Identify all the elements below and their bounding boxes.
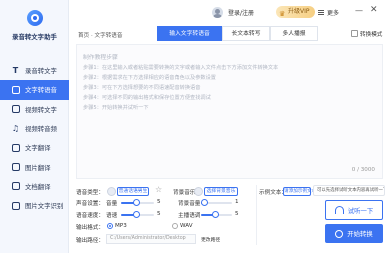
text-input-area[interactable]: 制作教程步骤 步骤1：在这里输入或者粘贴需要转换的文字或者输入文件点击下方添加文… [76, 44, 383, 179]
upgrade-vip-button[interactable]: ♛ 升级VIP [276, 6, 315, 18]
placeholder-step: 步骤1：在这里输入或者粘贴需要转换的文字或者输入文件点击下方添加文件转换文本 [83, 65, 279, 71]
pitch-value: 5 [235, 211, 239, 217]
format-wav-label: WAV [180, 223, 193, 229]
music-icon [194, 187, 203, 196]
speed-value: 5 [157, 211, 161, 217]
sound-settings-label: 声音设置： [76, 201, 104, 207]
minimize-button[interactable]: — [355, 6, 363, 15]
sidebar-item-label: 图片翻译 [25, 163, 51, 172]
translate-icon [11, 143, 20, 152]
crown-icon: ♛ [279, 10, 286, 18]
volume-label: 音量 [106, 201, 118, 207]
speed-settings-label: 语音速度： [76, 213, 104, 219]
volume-value: 5 [157, 199, 161, 205]
sidebar-nav: T 录音转文字 文字转语音 视频转文字 ♫ 视频转音频 文字翻译 图片翻译 文档… [0, 61, 69, 215]
format-mp3-radio[interactable] [107, 223, 113, 229]
placeholder-step: 步骤4：可选择不同的输出格式和保存位置方便查找调试 [83, 95, 211, 101]
switch-icon [351, 30, 358, 37]
bg-volume-slider[interactable] [201, 199, 232, 206]
more-label: 更多 [327, 10, 340, 17]
audio-icon: ♫ [11, 124, 20, 134]
voice-avatar-icon [107, 187, 116, 196]
sidebar-item-label: 文字转语音 [25, 86, 57, 95]
preview-tooltip: 可以先选择试听文本内容再试听一下 [313, 185, 385, 196]
voice-type-label: 语音类型： [76, 190, 104, 196]
divider [256, 185, 257, 245]
output-path-label: 输出路径： [76, 238, 104, 244]
placeholder-step: 步骤3：可在下方选择想要的不同语速配音转换语音 [83, 85, 201, 91]
image-icon [11, 163, 20, 172]
sidebar-item-text-translate[interactable]: 文字翻译 [0, 138, 69, 157]
tab-input-text[interactable]: 输入文字转语音 [157, 26, 222, 41]
output-format-label: 输出格式： [76, 225, 104, 231]
preview-listen-button[interactable]: 试听一下 [325, 200, 383, 220]
favorite-star-icon[interactable]: ☆ [155, 185, 162, 194]
voice-type-select[interactable]: 普通话语男生 [117, 187, 149, 196]
pitch-slider-knob[interactable] [212, 211, 219, 218]
volume-slider-knob[interactable] [133, 199, 140, 206]
sidebar-item-label: 录音转文字 [25, 67, 57, 76]
tab-long-text[interactable]: 长文本转写 [222, 26, 270, 41]
sidebar-item-label: 图片文字识别 [25, 202, 64, 211]
app-name: 录音转文字助手 [12, 33, 57, 41]
sidebar-item-text-to-speech[interactable]: 文字转语音 [0, 80, 69, 100]
sidebar-item-video-to-text[interactable]: 视频转文字 [0, 100, 69, 119]
pitch-slider[interactable] [201, 211, 232, 218]
more-menu-button[interactable]: 更多 [318, 8, 339, 17]
start-convert-button[interactable]: 开始转换 [325, 224, 383, 243]
sidebar-item-doc-translate[interactable]: 文档翻译 [0, 177, 69, 196]
convert-icon [335, 229, 344, 238]
pitch-label: 主播语调 [178, 213, 201, 219]
switch-mode-label: 转换模式 [360, 32, 383, 38]
add-example-button[interactable]: 请添加示例文本 [283, 187, 316, 196]
speed-slider[interactable] [121, 211, 154, 218]
vip-label: 升级VIP [288, 8, 310, 15]
preview-label: 试听一下 [347, 206, 374, 215]
bg-volume-slider-knob[interactable] [201, 199, 208, 206]
sidebar: 录音转文字助手 T 录音转文字 文字转语音 视频转文字 ♫ 视频转音频 文字翻译… [0, 0, 69, 253]
sidebar-item-label: 视频转文字 [25, 105, 57, 114]
sidebar-item-label: 视频转音频 [25, 125, 57, 134]
sidebar-item-ocr[interactable]: 图片文字识别 [0, 196, 69, 215]
sidebar-item-label: 文字翻译 [25, 144, 51, 153]
document-icon [11, 182, 20, 191]
sidebar-item-image-translate[interactable]: 图片翻译 [0, 157, 69, 176]
format-mp3-label: MP3 [115, 223, 127, 229]
scan-icon [11, 201, 20, 210]
output-path-input[interactable]: C:/Users/Administrator/Desktop [106, 234, 196, 244]
video-icon [11, 105, 20, 114]
switch-mode-toggle[interactable]: 转换模式 [351, 30, 382, 38]
format-wav-radio[interactable] [172, 223, 178, 229]
menu-icon [318, 10, 324, 15]
speed-label: 语速 [106, 213, 118, 219]
top-bar: 登录/注册 ♛ 升级VIP 更多 — ✕ [69, 0, 390, 24]
bg-music-select[interactable]: 选择背景音乐 [204, 187, 238, 196]
sidebar-item-video-to-audio[interactable]: ♫ 视频转音频 [0, 119, 69, 138]
bg-volume-label: 背景音量 [178, 201, 201, 207]
app-logo-icon [27, 10, 43, 26]
change-path-link[interactable]: 更改路径 [201, 236, 220, 243]
sidebar-item-label: 文档翻译 [25, 182, 51, 191]
login-link[interactable]: 登录/注册 [228, 8, 254, 17]
breadcrumb: 首页 · 文字转语音 [78, 33, 123, 39]
headphones-icon [334, 206, 344, 214]
mode-tabs: 输入文字转语音 长文本转写 多人播报 [157, 26, 318, 41]
avatar[interactable] [212, 7, 223, 18]
speech-icon [11, 85, 20, 94]
bg-volume-value: 1 [235, 199, 239, 205]
placeholder-step: 步骤5：开始转换并试听一下 [83, 105, 149, 111]
tab-multi-speaker[interactable]: 多人播报 [270, 26, 318, 41]
char-counter: 0 / 3000 [351, 167, 375, 173]
speed-slider-knob[interactable] [133, 211, 140, 218]
sidebar-item-audio-to-text[interactable]: T 录音转文字 [0, 61, 69, 80]
start-label: 开始转换 [347, 230, 373, 238]
close-button[interactable]: ✕ [370, 5, 378, 15]
volume-slider[interactable] [121, 199, 154, 206]
placeholder-title: 制作教程步骤 [83, 55, 118, 61]
placeholder-step: 步骤2：根据需求在下方选择相应的语音角色以及参数设置 [83, 75, 216, 81]
text-t-icon: T [12, 66, 19, 76]
